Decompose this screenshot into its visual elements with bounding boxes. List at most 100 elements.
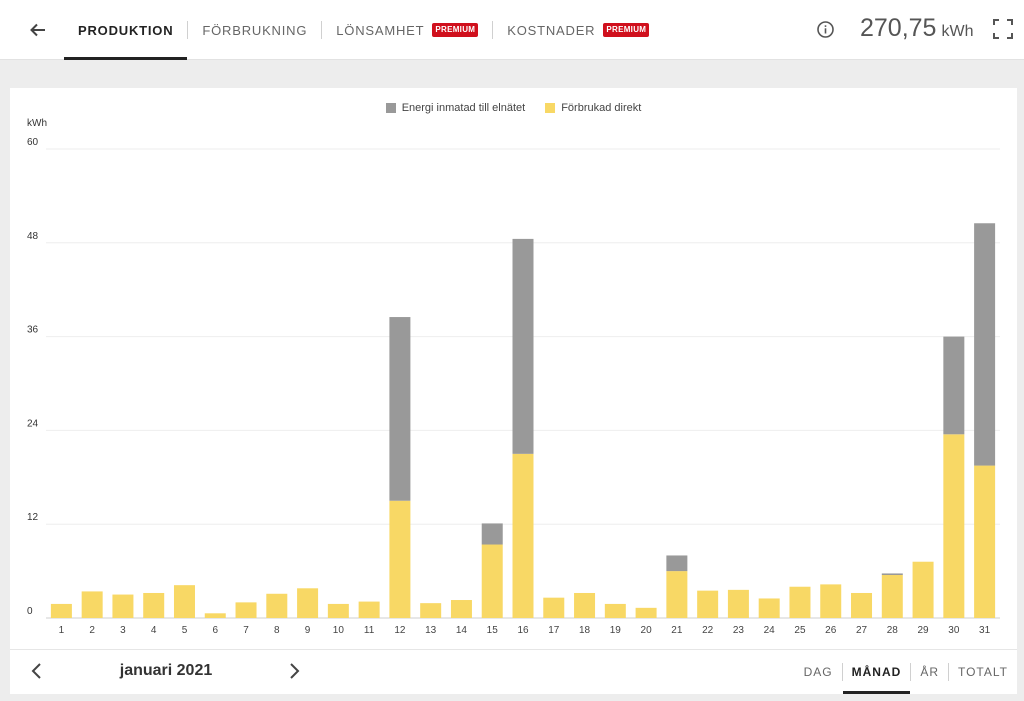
- bar-self-consumed: [81, 591, 103, 618]
- production-chart: 012243648601 2 3 4 5 6 7 8 9 10 11 12 13 14 15 16 17 18 19…: [27, 137, 1000, 636]
- range-totalt[interactable]: TOTALT: [949, 650, 1017, 694]
- x-tick-label: 21: [671, 625, 683, 636]
- total-production: 270,75 kWh: [860, 14, 973, 46]
- x-tick-label: 29: [918, 625, 930, 636]
- bar-self-consumed: [820, 584, 842, 618]
- bar-self-consumed: [420, 603, 442, 618]
- premium-badge: PREMIUM: [432, 23, 479, 37]
- x-tick-label: 13: [425, 625, 437, 636]
- x-tick-label: 30: [948, 625, 960, 636]
- x-tick-label: 31: [979, 625, 991, 636]
- x-tick-label: 10: [333, 625, 345, 636]
- range-label: TOTALT: [957, 665, 1008, 679]
- range-label: DAG: [803, 665, 833, 679]
- period-label: januari 2021: [119, 662, 213, 679]
- y-tick-label: 36: [27, 325, 39, 336]
- x-tick-label: 15: [487, 625, 499, 636]
- bar-self-consumed: [235, 602, 257, 618]
- x-tick-label: 22: [702, 625, 714, 636]
- bar-self-consumed: [143, 592, 165, 618]
- info-button[interactable]: [816, 20, 835, 39]
- x-tick-label: 12: [394, 625, 406, 636]
- bar-self-consumed: [666, 571, 688, 618]
- previous-period-button[interactable]: [26, 660, 48, 682]
- bar-exported: [666, 555, 688, 572]
- arrow-left-icon: [30, 23, 45, 37]
- bar-exported: [389, 317, 411, 501]
- x-tick-label: 27: [856, 625, 868, 636]
- x-tick-label: 18: [579, 625, 591, 636]
- info-icon: [817, 21, 834, 38]
- y-tick-label: 48: [27, 231, 39, 242]
- y-tick-label: 60: [27, 137, 39, 148]
- period-bar: januari 2021 DAG MÅNAD ÅR TOTALT: [10, 649, 1017, 694]
- bar-self-consumed: [358, 601, 380, 618]
- chevron-left-icon: [31, 663, 41, 679]
- x-tick-label: 23: [733, 625, 745, 636]
- fullscreen-icon: [993, 19, 1013, 39]
- chart-card: Energi inmatad till elnätet Förbrukad di…: [10, 88, 1017, 694]
- bar-self-consumed: [327, 603, 349, 618]
- bar-self-consumed: [912, 561, 934, 618]
- tab-kostnader[interactable]: KOSTNADER PREMIUM: [493, 0, 663, 60]
- bar-exported: [481, 523, 503, 545]
- bar-self-consumed: [943, 434, 965, 618]
- tab-label: PRODUKTION: [78, 22, 174, 38]
- bar-self-consumed: [881, 575, 903, 618]
- range-dag[interactable]: DAG: [795, 650, 842, 694]
- range-selector: DAG MÅNAD ÅR TOTALT: [795, 650, 1017, 694]
- bar-self-consumed: [635, 607, 657, 618]
- tab-forbrukning[interactable]: FÖRBRUKNING: [188, 0, 321, 60]
- x-tick-label: 8: [274, 625, 280, 636]
- y-tick-label: 12: [27, 512, 39, 523]
- bar-self-consumed: [450, 600, 472, 618]
- x-tick-label: 25: [794, 625, 806, 636]
- bar-self-consumed: [727, 589, 749, 618]
- y-tick-label: 24: [27, 418, 39, 429]
- bar-self-consumed: [543, 597, 565, 618]
- range-label: ÅR: [920, 665, 939, 679]
- x-tick-label: 5: [182, 625, 188, 636]
- bar-self-consumed: [204, 613, 226, 618]
- x-tick-label: 19: [610, 625, 622, 636]
- tab-produktion[interactable]: PRODUKTION: [64, 0, 188, 60]
- premium-badge: PREMIUM: [603, 23, 650, 37]
- x-tick-label: 17: [548, 625, 560, 636]
- x-tick-label: 11: [364, 625, 375, 636]
- fullscreen-button[interactable]: [992, 18, 1014, 40]
- bar-exported: [881, 573, 903, 576]
- bar-self-consumed: [389, 500, 411, 618]
- x-tick-label: 3: [120, 625, 126, 636]
- back-button[interactable]: [22, 14, 54, 46]
- bar-self-consumed: [297, 588, 319, 618]
- x-tick-label: 16: [517, 625, 529, 636]
- total-unit: kWh: [941, 23, 974, 40]
- x-tick-label: 20: [641, 625, 653, 636]
- bar-self-consumed: [974, 465, 996, 618]
- bar-self-consumed: [758, 598, 780, 618]
- range-label: MÅNAD: [851, 665, 902, 679]
- bar-exported: [943, 336, 965, 435]
- x-tick-label: 7: [243, 625, 249, 636]
- tab-label: FÖRBRUKNING: [202, 22, 308, 38]
- bar-self-consumed: [604, 603, 626, 618]
- x-tick-label: 28: [887, 625, 899, 636]
- next-period-button[interactable]: [283, 660, 305, 682]
- tab-bar: PRODUKTION FÖRBRUKNING LÖNSAMHET PREMIUM…: [64, 0, 663, 60]
- x-tick-label: 9: [305, 625, 311, 636]
- x-tick-label: 2: [89, 625, 95, 636]
- x-tick-label: 6: [212, 625, 218, 636]
- x-tick-label: 14: [456, 625, 468, 636]
- tab-lonsamhet[interactable]: LÖNSAMHET PREMIUM: [322, 0, 492, 60]
- tab-label: LÖNSAMHET: [336, 22, 425, 38]
- bar-self-consumed: [173, 585, 195, 618]
- bar-self-consumed: [50, 603, 72, 618]
- x-tick-label: 24: [764, 625, 776, 636]
- range-manad[interactable]: MÅNAD: [842, 650, 911, 694]
- x-tick-label: 1: [59, 625, 65, 636]
- x-tick-label: 4: [151, 625, 157, 636]
- range-ar[interactable]: ÅR: [911, 650, 948, 694]
- top-bar: PRODUKTION FÖRBRUKNING LÖNSAMHET PREMIUM…: [0, 0, 1024, 60]
- total-value: 270,75: [860, 14, 937, 42]
- bar-self-consumed: [512, 453, 534, 618]
